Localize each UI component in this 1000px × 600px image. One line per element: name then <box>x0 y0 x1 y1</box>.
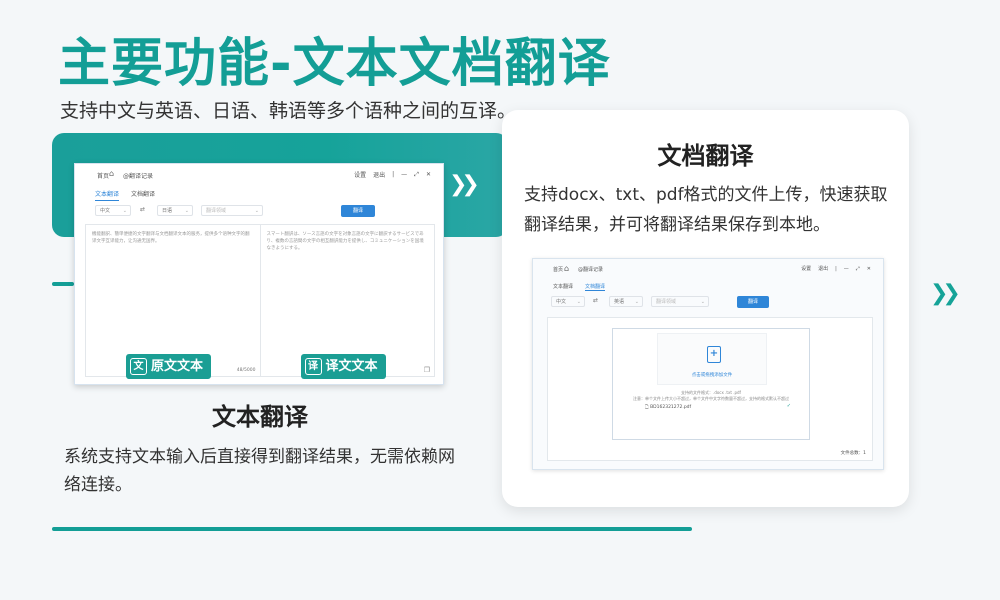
chevron-down-icon: ⌄ <box>184 208 189 214</box>
document-translation-window: 首页 ⌂ @翻译记录 设置 退出 | — ⤢ ✕ 文本翻译 文档翻译 中文 ⌄ … <box>532 258 884 470</box>
document-translation-description: 支持docx、txt、pdf格式的文件上传，快速获取翻译结果，并可将翻译结果保存… <box>524 185 888 235</box>
character-count: 48/5000 <box>236 368 256 373</box>
target-text-icon: 译 <box>304 358 322 375</box>
source-language-value: 中文 <box>100 208 111 214</box>
text-translation-heading: 文本翻译 <box>212 403 308 431</box>
divider-icon: | <box>392 171 395 178</box>
source-caption-label: 原文文本 <box>151 359 204 374</box>
target-language-value: 日语 <box>162 208 173 214</box>
chevron-down-icon: ⌄ <box>634 299 639 305</box>
maximize-icon[interactable]: ⤢ <box>856 266 860 272</box>
target-text-panel: スマート翻訳は、ソース言語の文字を対象言語の文字に翻訳するサービスであり、複数の… <box>259 225 435 379</box>
document-translation-card: 文档翻译 支持docx、txt、pdf格式的文件上传，快速获取翻译结果，并可将翻… <box>502 110 909 507</box>
translation-controls: 中文 ⌄ ⇄ 日语 ⌄ 翻译领域 ⌄ 翻译 <box>95 205 425 218</box>
file-upload-area[interactable]: + 点击或拖拽添加文件 支持的文件格式：.docx .txt .pdf 注意：单… <box>612 328 810 440</box>
uploaded-file-item[interactable]: 🗋 BD162321272.pdf <box>645 403 691 411</box>
tab-bar: 文本翻译 文档翻译 <box>95 189 155 201</box>
text-translation-window: 首页 ⌂ @翻译记录 设置 退出 | — ⤢ ✕ 文本翻译 文档翻译 中文 ⌄ … <box>74 163 444 385</box>
target-language-select[interactable]: 英语 ⌄ <box>609 296 643 307</box>
target-caption-label: 译文文本 <box>325 359 378 374</box>
domain-placeholder: 翻译领域 <box>656 299 677 305</box>
translation-panels: 機能翻訳、簡単便捷的文字翻译与文档翻译文本的服务，提供多个语种文字的翻译文字互译… <box>85 224 435 379</box>
chevron-down-icon: ⌄ <box>122 208 127 214</box>
double-chevron-right-icon-2: ❯❯ <box>930 281 961 306</box>
double-chevron-right-icon: ❯❯ <box>449 172 480 197</box>
source-text: 機能翻訳、簡単便捷的文字翻译与文档翻译文本的服务，提供多个语种文字的翻译文字互译… <box>92 232 250 244</box>
window-titlebar: 首页 ⌂ @翻译记录 设置 退出 | — ⤢ ✕ <box>533 259 883 279</box>
translate-button[interactable]: 翻译 <box>737 296 769 308</box>
settings-link[interactable]: 设置 <box>801 265 811 272</box>
nav-home[interactable]: 首页 <box>553 266 563 273</box>
swap-language-icon[interactable]: ⇄ <box>593 297 598 304</box>
document-translation-heading: 文档翻译 <box>657 142 754 170</box>
check-icon: ✓ <box>786 403 791 409</box>
tab-text-translation[interactable]: 文本翻译 <box>95 189 120 201</box>
source-language-select[interactable]: 中文 ⌄ <box>551 296 585 307</box>
domain-select[interactable]: 翻译领域 ⌄ <box>201 205 263 216</box>
document-area: + 点击或拖拽添加文件 支持的文件格式：.docx .txt .pdf 注意：单… <box>547 317 873 461</box>
tab-document-translation[interactable]: 文档翻译 <box>131 189 155 201</box>
logout-link[interactable]: 退出 <box>373 170 385 179</box>
source-text-caption: 文 原文文本 <box>126 354 212 379</box>
text-translation-description: 系统支持文本输入后直接得到翻译结果，无需依赖网络连接。 <box>64 447 455 495</box>
swap-language-icon[interactable]: ⇄ <box>140 206 145 213</box>
translate-button[interactable]: 翻译 <box>341 205 375 217</box>
window-titlebar: 首页 ⌂ @翻译记录 设置 退出 | — ⤢ ✕ <box>75 164 443 184</box>
file-dropzone[interactable]: + 点击或拖拽添加文件 <box>657 333 767 385</box>
minimize-icon[interactable]: — <box>844 266 849 272</box>
upload-limits-note: 注意：单个文件上传大小不超过，单个文件中文字符数量不超过，支持的格式默认不超过 <box>633 396 789 401</box>
window-controls: 设置 退出 | — ⤢ ✕ <box>354 170 431 180</box>
page-title: 主要功能-文本文档翻译 <box>58 34 611 94</box>
nav-history[interactable]: @翻译记录 <box>123 171 153 180</box>
target-text: スマート翻訳は、ソース言語の文字を対象言語の文字に翻訳するサービスであり、複数の… <box>266 232 424 251</box>
add-file-icon: + <box>707 346 721 363</box>
chevron-down-icon: ⌄ <box>254 208 259 214</box>
target-text-caption: 译 译文文本 <box>300 354 386 379</box>
source-language-select[interactable]: 中文 ⌄ <box>95 205 131 216</box>
tab-bar: 文本翻译 文档翻译 <box>553 283 606 291</box>
maximize-icon[interactable]: ⤢ <box>414 171 419 179</box>
tab-text-translation[interactable]: 文本翻译 <box>553 283 573 291</box>
nav-home[interactable]: 首页 <box>97 171 109 180</box>
source-text-icon: 文 <box>130 358 147 375</box>
target-language-value: 英语 <box>614 299 625 305</box>
tab-document-translation[interactable]: 文档翻译 <box>585 283 606 291</box>
chevron-down-icon: ⌄ <box>700 299 705 305</box>
source-text-panel[interactable]: 機能翻訳、簡単便捷的文字翻译与文档翻译文本的服务，提供多个语种文字的翻译文字互译… <box>86 225 260 379</box>
domain-placeholder: 翻译领域 <box>206 208 227 214</box>
home-icon[interactable]: ⌂ <box>564 264 569 273</box>
minimize-icon[interactable]: — <box>401 171 407 178</box>
settings-link[interactable]: 设置 <box>354 170 366 179</box>
window-controls: 设置 退出 | — ⤢ ✕ <box>801 265 871 273</box>
file-name: BD162321272.pdf <box>650 405 692 410</box>
close-icon[interactable]: ✕ <box>867 266 871 272</box>
target-language-select[interactable]: 日语 ⌄ <box>157 205 193 216</box>
logout-link[interactable]: 退出 <box>818 265 828 272</box>
dropzone-text: 点击或拖拽添加文件 <box>691 373 733 378</box>
home-icon[interactable]: ⌂ <box>109 169 114 178</box>
source-language-value: 中文 <box>556 299 567 305</box>
short-accent-line <box>52 282 74 286</box>
chevron-down-icon: ⌄ <box>576 299 581 305</box>
divider-icon: | <box>835 265 837 272</box>
close-icon[interactable]: ✕ <box>426 171 431 178</box>
copy-icon[interactable]: ❐ <box>424 367 430 374</box>
nav-history[interactable]: @翻译记录 <box>578 266 603 273</box>
bottom-accent-line <box>52 527 692 531</box>
translation-controls: 中文 ⌄ ⇄ 英语 ⌄ 翻译领域 ⌄ 翻译 <box>551 296 871 308</box>
domain-select[interactable]: 翻译领域 ⌄ <box>651 296 709 307</box>
page-subtitle: 支持中文与英语、日语、韩语等多个语种之间的互译。 <box>60 100 517 122</box>
file-count: 文件总数：1 <box>840 451 866 456</box>
